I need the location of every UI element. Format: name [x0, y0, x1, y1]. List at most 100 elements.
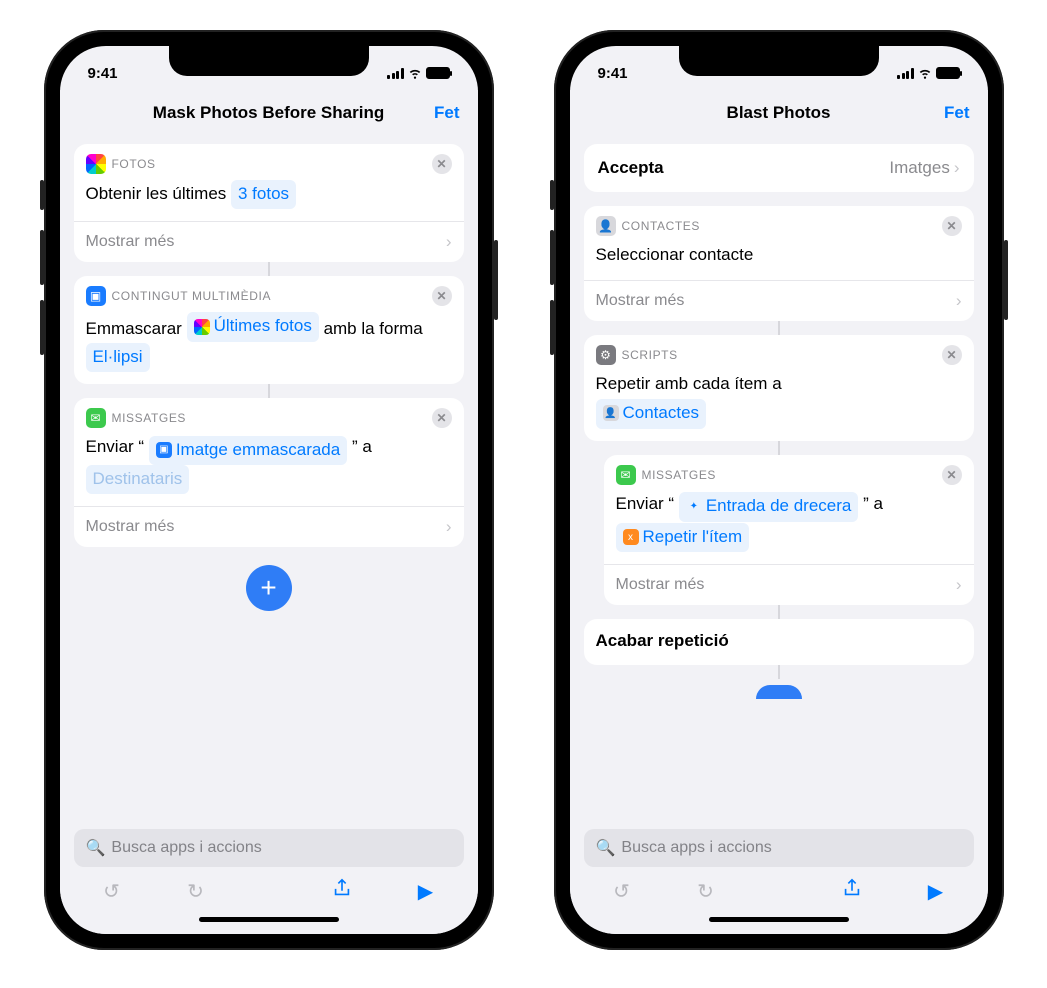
cellular-icon	[897, 68, 914, 79]
show-more-row[interactable]: Mostrar més ›	[604, 564, 974, 605]
accepts-label: Accepta	[598, 158, 890, 178]
chevron-right-icon: ›	[446, 232, 452, 252]
card-label: CONTINGUT MULTIMÈDIA	[112, 289, 426, 303]
editor-content: Accepta Imatges › 👤 CONTACTES ✕ Seleccio…	[570, 136, 988, 819]
media-app-icon: ▣	[86, 286, 106, 306]
variable-mini-icon: x	[623, 529, 639, 545]
messages-app-icon: ✉	[616, 465, 636, 485]
clock: 9:41	[598, 65, 628, 82]
action-text: ” a	[352, 437, 372, 456]
bottom-panel: 🔍 Busca apps i accions ↺ ↻ ▶	[60, 819, 478, 934]
action-text: Enviar “	[86, 437, 145, 456]
navbar: Mask Photos Before Sharing Fet	[60, 90, 478, 136]
photos-app-icon	[86, 154, 106, 174]
search-input[interactable]: 🔍 Busca apps i accions	[74, 829, 464, 867]
action-card-media[interactable]: ▣ CONTINGUT MULTIMÈDIA ✕ Emmascarar Últi…	[74, 276, 464, 384]
redo-button[interactable]: ↻	[184, 879, 208, 904]
accepts-row[interactable]: Accepta Imatges ›	[584, 144, 974, 192]
done-button[interactable]: Fet	[434, 103, 460, 123]
param-token-recipients[interactable]: Destinataris	[86, 465, 190, 494]
share-button[interactable]	[840, 877, 864, 905]
param-token-image[interactable]: Últimes fotos	[187, 312, 319, 341]
flow-connector	[778, 441, 780, 455]
show-more-row[interactable]: Mostrar més ›	[74, 221, 464, 262]
show-more-row[interactable]: Mostrar més ›	[74, 506, 464, 547]
action-text: Obtenir les últimes	[86, 184, 232, 203]
card-label: MISSATGES	[642, 468, 936, 482]
action-card-messages-nested[interactable]: ✉ MISSATGES ✕ Enviar “ ✦ Entrada de drec…	[604, 455, 974, 606]
param-token-repeat-item[interactable]: x Repetir l'ítem	[616, 523, 750, 552]
wifi-icon	[918, 66, 932, 80]
screen-right: 9:41 Blast Photos Fet Accepta Imatges › …	[570, 46, 988, 934]
notch	[679, 46, 879, 76]
run-button[interactable]: ▶	[414, 879, 438, 904]
done-button[interactable]: Fet	[944, 103, 970, 123]
param-token-input[interactable]: ✦ Entrada de drecera	[679, 492, 859, 521]
editor-content: FOTOS ✕ Obtenir les últimes 3 fotos Most…	[60, 136, 478, 819]
battery-icon	[426, 67, 450, 79]
contacts-app-icon: 👤	[596, 216, 616, 236]
battery-icon	[936, 67, 960, 79]
param-token-shape[interactable]: El·lipsi	[86, 343, 150, 372]
card-label: MISSATGES	[112, 411, 426, 425]
screen-left: 9:41 Mask Photos Before Sharing Fet FOTO…	[60, 46, 478, 934]
search-placeholder: Busca apps i accions	[621, 839, 771, 857]
search-placeholder: Busca apps i accions	[111, 839, 261, 857]
remove-action-button[interactable]: ✕	[432, 154, 452, 174]
phone-frame-left: 9:41 Mask Photos Before Sharing Fet FOTO…	[44, 30, 494, 950]
chevron-right-icon: ›	[954, 158, 960, 178]
param-token-message[interactable]: ▣ Imatge emmascarada	[149, 436, 347, 465]
remove-action-button[interactable]: ✕	[432, 286, 452, 306]
undo-button[interactable]: ↺	[100, 879, 124, 904]
shortcut-mini-icon: ✦	[686, 498, 702, 514]
share-button[interactable]	[330, 877, 354, 905]
messages-app-icon: ✉	[86, 408, 106, 428]
show-more-row[interactable]: Mostrar més ›	[584, 280, 974, 321]
action-text: Enviar “	[616, 494, 675, 513]
contacts-mini-icon: 👤	[603, 405, 619, 421]
action-card-contacts[interactable]: 👤 CONTACTES ✕ Seleccionar contacte Mostr…	[584, 206, 974, 321]
home-indicator[interactable]	[709, 917, 849, 922]
param-token-count[interactable]: 3 fotos	[231, 180, 296, 209]
home-indicator[interactable]	[199, 917, 339, 922]
wifi-icon	[408, 66, 422, 80]
action-text: amb la forma	[324, 320, 423, 339]
action-text: Repetir amb cada ítem a	[596, 371, 962, 397]
status-icons	[387, 66, 450, 80]
undo-button[interactable]: ↺	[610, 879, 634, 904]
chevron-right-icon: ›	[956, 575, 962, 595]
remove-action-button[interactable]: ✕	[942, 345, 962, 365]
page-title: Mask Photos Before Sharing	[153, 103, 384, 123]
action-card-messages[interactable]: ✉ MISSATGES ✕ Enviar “ ▣ Imatge emmascar…	[74, 398, 464, 547]
remove-action-button[interactable]: ✕	[942, 216, 962, 236]
cellular-icon	[387, 68, 404, 79]
remove-action-button[interactable]: ✕	[942, 465, 962, 485]
toolbar: ↺ ↻ ▶	[584, 867, 974, 911]
card-label: SCRIPTS	[622, 348, 936, 362]
notch	[169, 46, 369, 76]
remove-action-button[interactable]: ✕	[432, 408, 452, 428]
action-text: ” a	[863, 494, 883, 513]
flow-connector	[268, 262, 270, 276]
add-action-button[interactable]	[756, 685, 802, 699]
card-label: CONTACTES	[622, 219, 936, 233]
bottom-panel: 🔍 Busca apps i accions ↺ ↻ ▶	[570, 819, 988, 934]
action-card-photos[interactable]: FOTOS ✕ Obtenir les últimes 3 fotos Most…	[74, 144, 464, 262]
search-input[interactable]: 🔍 Busca apps i accions	[584, 829, 974, 867]
action-card-scripts[interactable]: ⚙ SCRIPTS ✕ Repetir amb cada ítem a 👤 Co…	[584, 335, 974, 440]
flow-connector	[778, 605, 780, 619]
action-card-end-repeat[interactable]: Acabar repetició	[584, 619, 974, 665]
action-text: Seleccionar contacte	[596, 245, 754, 264]
redo-button[interactable]: ↻	[694, 879, 718, 904]
accepts-value: Imatges	[889, 158, 949, 178]
action-text: Acabar repetició	[584, 629, 974, 665]
clock: 9:41	[88, 65, 118, 82]
chevron-right-icon: ›	[446, 517, 452, 537]
phone-frame-right: 9:41 Blast Photos Fet Accepta Imatges › …	[554, 30, 1004, 950]
param-token-contacts[interactable]: 👤 Contactes	[596, 399, 707, 428]
navbar: Blast Photos Fet	[570, 90, 988, 136]
run-button[interactable]: ▶	[924, 879, 948, 904]
flow-connector	[268, 384, 270, 398]
chevron-right-icon: ›	[956, 291, 962, 311]
add-action-button[interactable]: +	[246, 565, 292, 611]
